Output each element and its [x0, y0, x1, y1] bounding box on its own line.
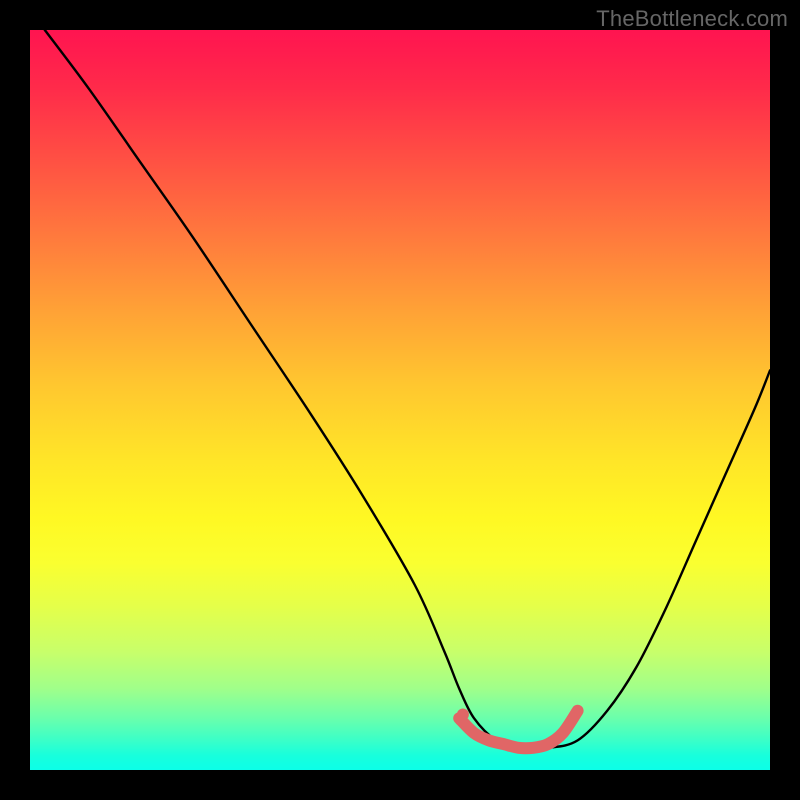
- marker-dot: [457, 709, 469, 721]
- watermark-text: TheBottleneck.com: [596, 6, 788, 32]
- plot-area: [30, 30, 770, 770]
- optimal-band: [459, 711, 577, 748]
- chart-container: TheBottleneck.com: [0, 0, 800, 800]
- curve-layer: [30, 30, 770, 770]
- bottleneck-curve: [45, 30, 770, 749]
